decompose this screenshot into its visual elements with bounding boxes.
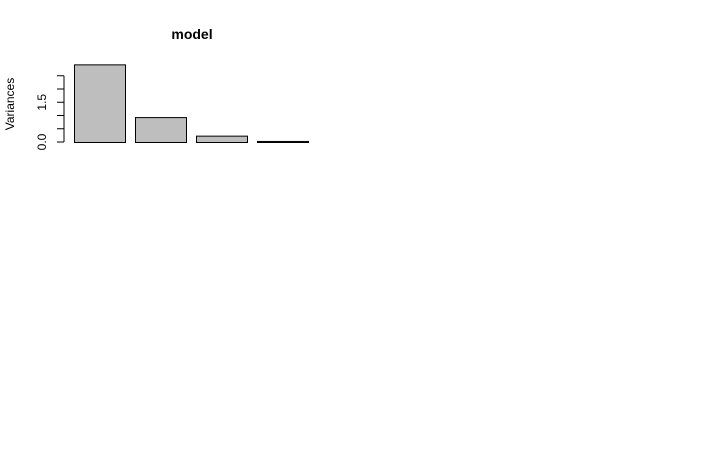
- bar-chart: model Variances 0.0 1.5: [0, 0, 704, 449]
- bar-3: [196, 135, 248, 143]
- y-tick-label: 1.5: [35, 94, 49, 111]
- bar-2: [135, 117, 187, 143]
- bar-1: [74, 64, 126, 143]
- chart-container: model Variances 0.0 1.5: [0, 0, 704, 449]
- bar-4: [257, 140, 309, 144]
- y-axis-label: Variances: [3, 78, 17, 130]
- y-tick-label: 0.0: [35, 133, 49, 150]
- chart-title: model: [171, 26, 212, 42]
